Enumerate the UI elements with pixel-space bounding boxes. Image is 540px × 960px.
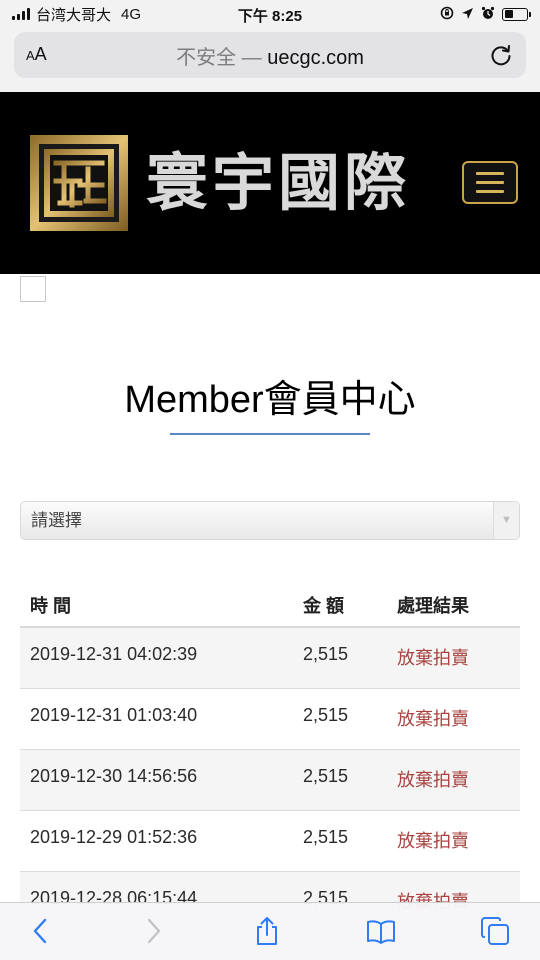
title-underline [170,433,370,435]
cell-time: 2019-12-31 01:03:40 [30,705,198,725]
header-amount: 金 額 [303,596,345,616]
hamburger-icon [476,172,504,175]
cell-result: 放棄拍賣 [397,648,469,668]
table-header-row: 時 間 金 額 處理結果 [20,574,520,628]
cell-amount: 2,515 [303,644,349,664]
screen-lock-icon [440,6,454,22]
share-icon[interactable] [252,916,282,946]
broken-image-placeholder [20,276,46,302]
browser-toolbar [0,902,540,960]
hamburger-menu-button[interactable] [462,161,518,204]
url-display[interactable]: 不安全 — uecgc.com [14,41,526,70]
header-time: 時 間 [30,596,72,616]
cell-result: 放棄拍賣 [397,831,469,851]
security-label: 不安全 [176,46,237,69]
cell-time: 2019-12-30 14:56:56 [30,766,198,786]
table-row: 2019-12-30 14:56:56 2,515 放棄拍賣 [20,750,520,811]
battery-icon [502,7,531,21]
filter-select[interactable]: 請選擇 ▼ [20,501,520,540]
tabs-icon[interactable] [480,916,510,946]
carrier-name: 台湾大哥大 [36,6,112,24]
records-table: 時 間 金 額 處理結果 2019-12-31 04:02:39 2,515 放… [20,574,520,933]
bookmarks-icon[interactable] [366,916,396,946]
cell-result: 放棄拍賣 [397,709,469,729]
htt-logo-icon[interactable] [30,135,128,231]
address-bar[interactable]: AA 不安全 — uecgc.com [14,32,526,78]
table-row: 2019-12-29 01:52:36 2,515 放棄拍賣 [20,811,520,872]
browser-address-area: AA 不安全 — uecgc.com [0,28,540,92]
page-title: Member會員中心 [124,379,416,421]
location-icon [461,7,474,22]
cell-result: 放棄拍賣 [397,770,469,790]
table-row: 2019-12-31 04:02:39 2,515 放棄拍賣 [20,628,520,689]
reload-icon[interactable] [488,42,514,68]
filter-select-value: 請選擇 [31,511,82,530]
text-size-button[interactable]: AA [26,44,47,65]
header-result: 處理結果 [397,596,469,616]
back-icon[interactable] [26,916,56,946]
brand-name[interactable]: 寰宇國際 [146,138,410,228]
url-domain: uecgc.com [267,46,364,69]
cell-amount: 2,515 [303,827,349,847]
signal-strength-icon [12,8,30,20]
forward-icon[interactable] [138,916,168,946]
site-header: 寰宇國際 [0,92,540,274]
url-separator: — [241,46,262,69]
network-type: 4G [121,5,142,23]
cell-amount: 2,515 [303,766,349,786]
status-bar: 台湾大哥大 4G 下午 8:25 [0,0,540,28]
alarm-icon [481,6,495,22]
cell-amount: 2,515 [303,705,349,725]
chevron-down-icon[interactable]: ▼ [493,502,519,539]
cell-time: 2019-12-31 04:02:39 [30,644,198,664]
table-row: 2019-12-31 01:03:40 2,515 放棄拍賣 [20,689,520,750]
cell-time: 2019-12-29 01:52:36 [30,827,198,847]
